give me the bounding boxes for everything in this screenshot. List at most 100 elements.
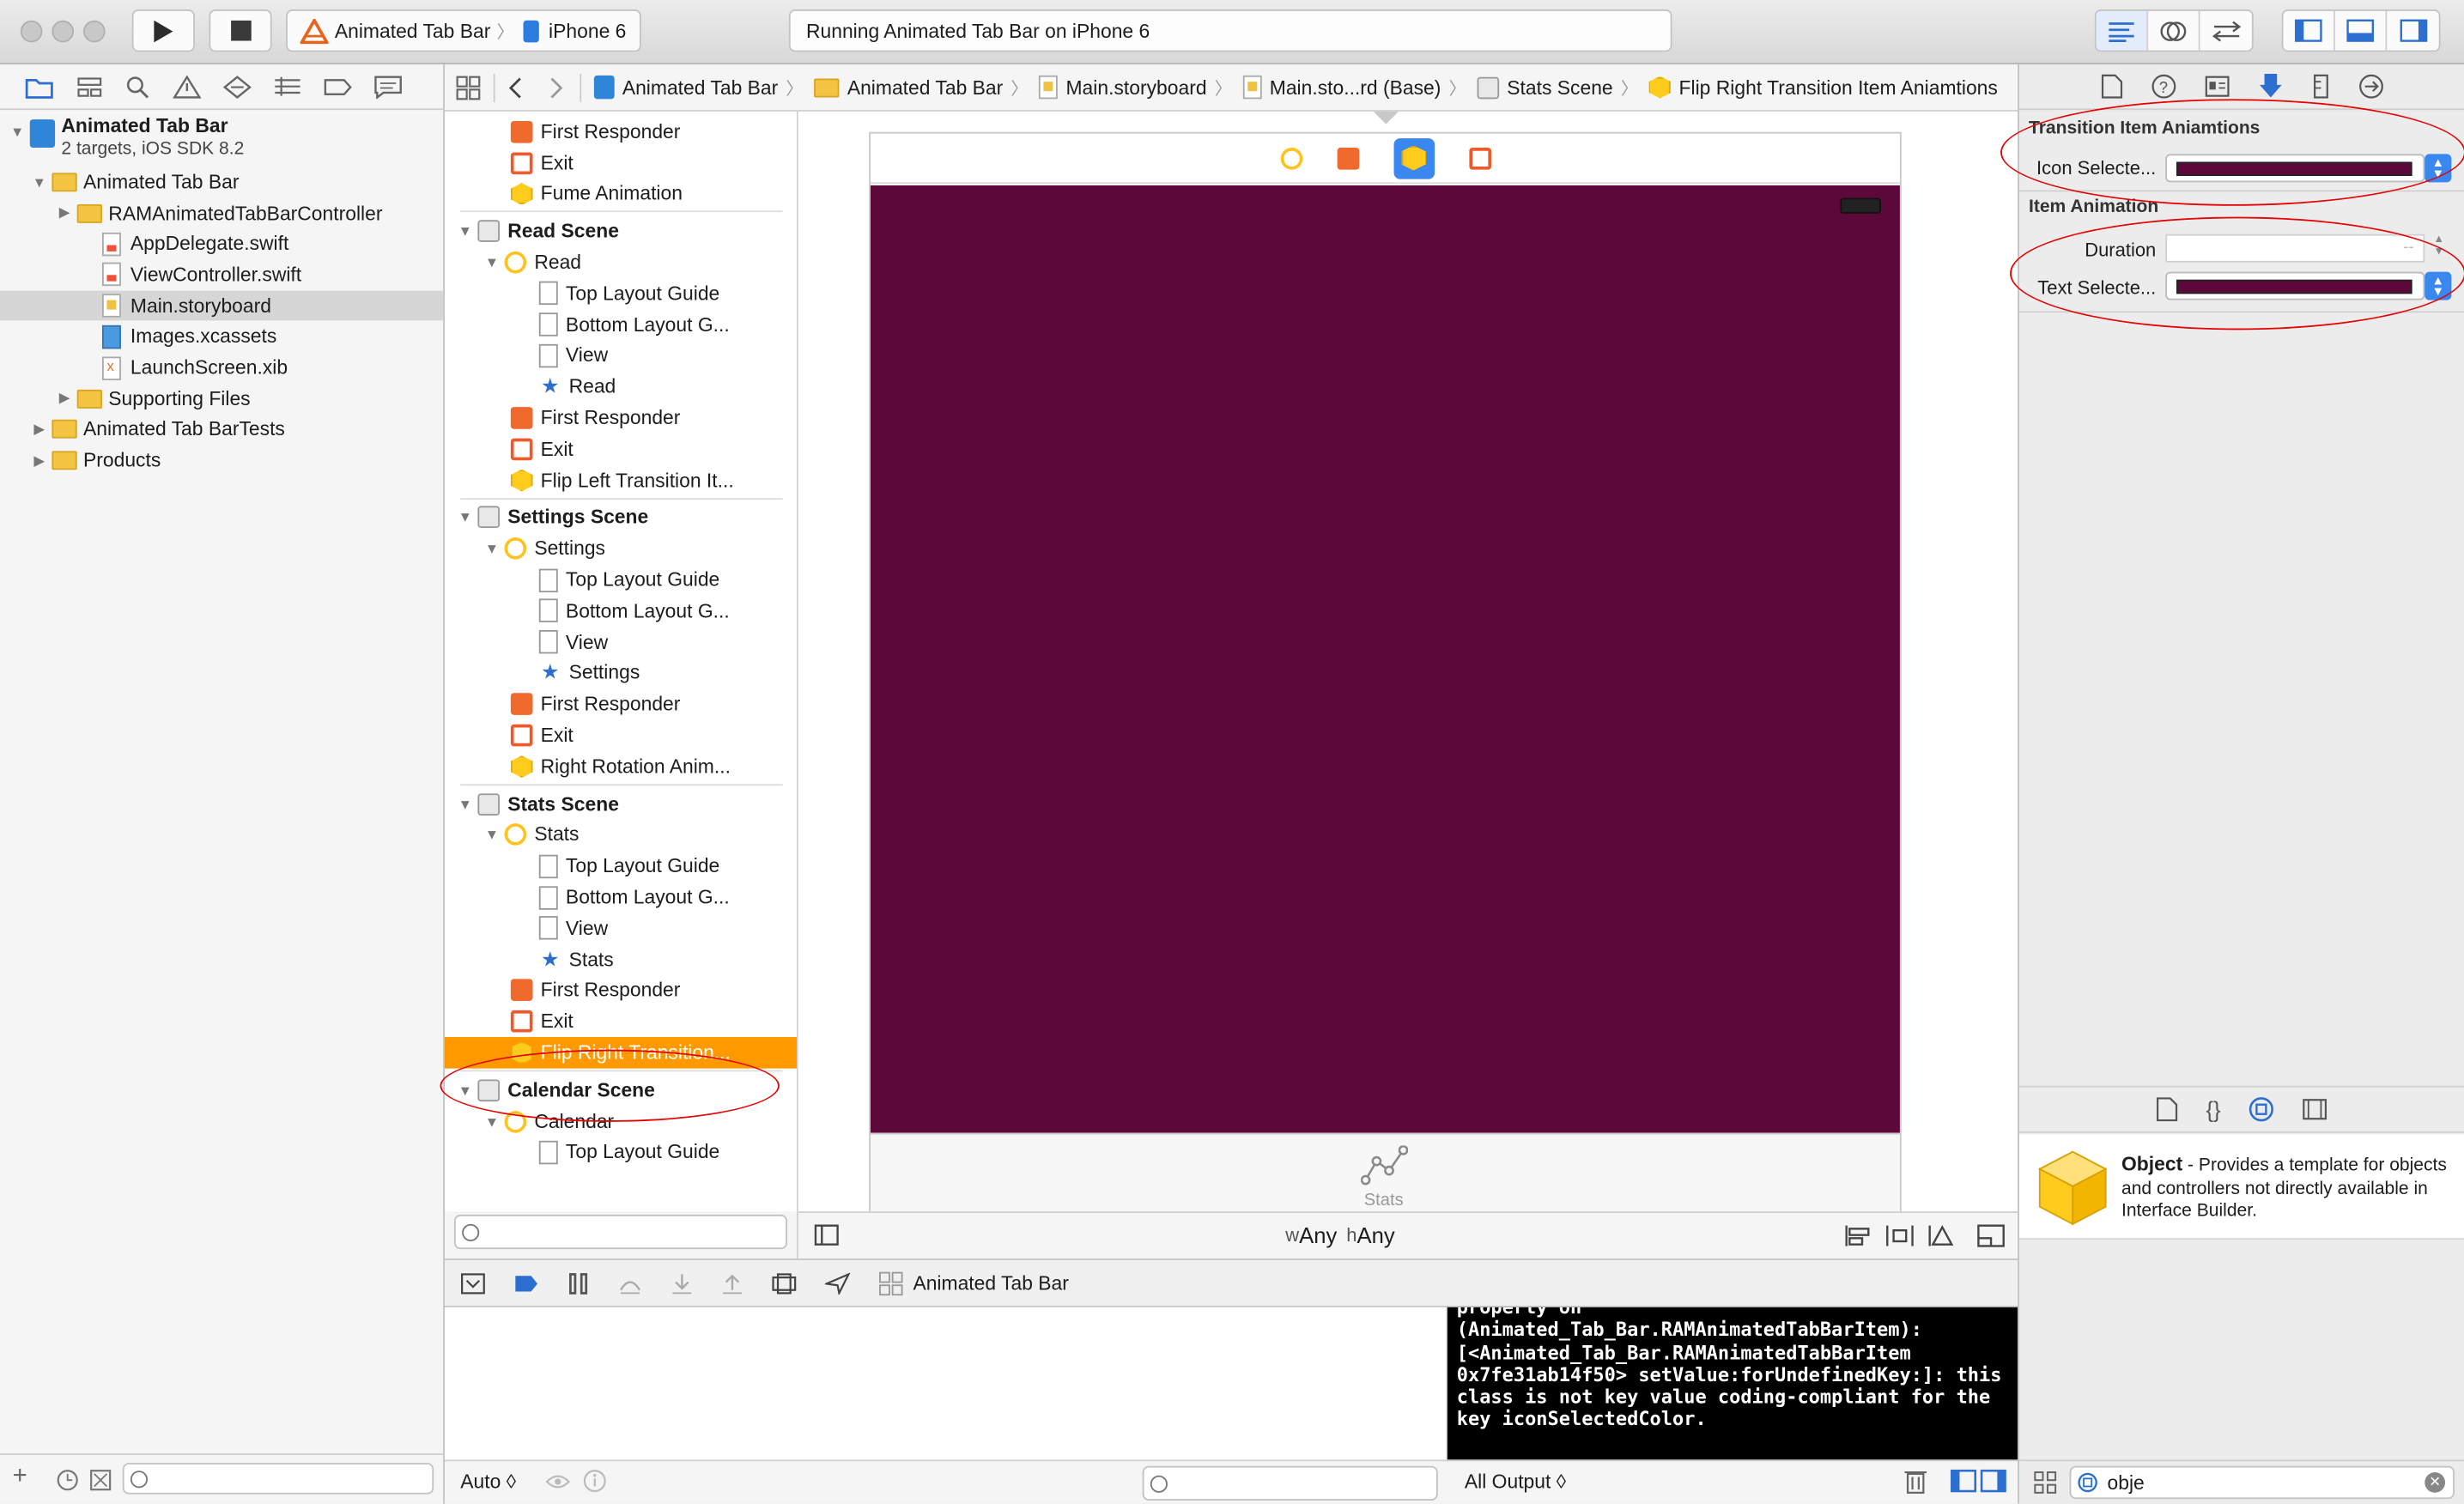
hide-debug-area-icon[interactable] [460,1272,485,1295]
outline-item[interactable]: ▼ Settings [445,533,797,564]
file-tree-item[interactable]: ▶ RAMAnimatedTabBarController [0,197,443,228]
size-inspector-icon[interactable] [2311,74,2330,99]
outline-scene-item[interactable]: ▼ Settings Scene [445,502,797,533]
disclosure-open-icon[interactable]: ▼ [9,124,25,140]
step-into-icon[interactable] [671,1272,694,1295]
trash-icon[interactable] [1904,1468,1927,1495]
breadcrumb-object[interactable]: Flip Right Transition Item Aniamtions [1648,76,1998,99]
outline-item[interactable]: Bottom Layout G... [445,596,797,627]
disclosure-closed-icon[interactable]: ▶ [32,452,47,468]
file-tree-item[interactable]: ViewController.swift [0,259,443,290]
project-root-item[interactable]: ▼ Animated Tab Bar 2 targets, iOS SDK 8.… [0,115,443,166]
outline-scene-item[interactable]: ▼ Read Scene [445,215,797,246]
navigator-search-field[interactable] [122,1463,434,1495]
outline-item[interactable]: Exit [445,434,797,464]
folder-icon[interactable] [25,75,53,98]
console-output[interactable]: property on(Animated_Tab_Bar.RAMAnimated… [1447,1307,2018,1460]
disclosure-open-icon[interactable]: ▼ [484,828,500,843]
breadcrumb-storyboard[interactable]: Main.storyboard [1039,75,1207,100]
scm-filter-icon[interactable] [89,1469,112,1491]
toggle-debug-area-button[interactable] [2335,10,2388,51]
disclosure-open-icon[interactable]: ▼ [458,510,473,525]
scene-frame[interactable]: Stats [869,131,1902,1215]
outline-item[interactable]: First Responder [445,116,797,147]
test-navigator-icon[interactable] [222,75,252,99]
debug-navigator-icon[interactable] [273,75,301,98]
version-editor-button[interactable] [2200,11,2252,51]
location-icon[interactable] [824,1271,851,1295]
file-inspector-icon[interactable] [2100,74,2122,99]
file-tree-item[interactable]: Main.storyboard [0,290,444,322]
disclosure-closed-icon[interactable]: ▶ [57,204,72,221]
toggle-utilities-button[interactable] [2387,11,2438,51]
info-icon[interactable] [583,1469,606,1493]
step-over-icon[interactable] [617,1272,642,1295]
align-icon[interactable] [1843,1224,1872,1247]
identity-inspector-icon[interactable] [2204,74,2229,99]
outline-item[interactable]: ★ Read [445,372,797,403]
selected-object-button[interactable] [1393,137,1435,179]
code-snippet-icon[interactable]: {} [2206,1097,2220,1122]
file-tree-item[interactable]: ▼ Animated Tab Bar [0,167,443,197]
outline-item[interactable]: Right Rotation Anim... [445,751,797,782]
search-icon[interactable] [125,75,150,98]
related-items-icon[interactable] [456,75,481,100]
zoom-window-button[interactable] [83,20,106,43]
back-arrow-icon[interactable] [507,76,523,99]
console-output-menu[interactable]: All Output ◊ [1465,1471,1566,1493]
outline-item[interactable]: ★ Settings [445,658,797,688]
pause-icon[interactable] [567,1272,590,1295]
file-tree-item[interactable]: ▶ Animated Tab BarTests [0,414,443,445]
eye-icon[interactable] [545,1471,571,1493]
file-tree-item[interactable]: Images.xcassets [0,321,443,352]
recent-files-icon[interactable] [57,1469,79,1491]
outline-item[interactable]: Top Layout Guide [445,851,797,882]
outline-item[interactable]: Exit [445,720,797,751]
scheme-selector[interactable]: Animated Tab Bar 〉 iPhone 6 [286,9,641,52]
debug-target[interactable]: Animated Tab Bar [878,1271,1069,1295]
outline-item[interactable]: Exit [445,148,797,179]
outline-item[interactable]: Flip Left Transition It... [445,464,797,495]
breadcrumb-project[interactable]: Animated Tab Bar [593,75,778,100]
outline-item[interactable]: Bottom Layout G... [445,309,797,340]
pin-icon[interactable] [1885,1224,1914,1247]
file-tree-item[interactable]: ▶ Supporting Files [0,383,443,414]
resolve-issues-icon[interactable] [1928,1224,1957,1247]
quick-help-icon[interactable]: ? [2151,74,2176,99]
outline-item[interactable]: Bottom Layout G... [445,882,797,913]
disclosure-open-icon[interactable]: ▼ [32,174,47,190]
disclosure-closed-icon[interactable]: ▶ [57,390,72,406]
minimize-window-button[interactable] [52,20,75,43]
outline-item[interactable]: First Responder [445,688,797,719]
report-navigator-icon[interactable] [374,75,403,99]
outline-item[interactable]: Top Layout Guide [445,278,797,309]
resizing-icon[interactable] [1977,1224,2006,1247]
variables-filter-field[interactable] [1142,1465,1438,1501]
view-controller-icon[interactable] [1279,147,1302,169]
breadcrumb-group[interactable]: Animated Tab Bar [814,76,1003,98]
grid-view-icon[interactable] [2033,1471,2057,1494]
symbol-navigator-icon[interactable] [76,75,104,98]
add-icon[interactable]: + [13,1463,27,1491]
library-item-object[interactable]: Object - Provides a template for objects… [2019,1134,2464,1240]
disclosure-open-icon[interactable]: ▼ [484,541,500,556]
disclosure-closed-icon[interactable]: ▶ [32,421,47,437]
close-window-button[interactable] [20,20,43,43]
outline-item[interactable]: ▼ Read [445,247,797,278]
assistant-editor-button[interactable] [2148,10,2200,51]
outline-item[interactable]: Top Layout Guide [445,564,797,595]
variables-pane-icon[interactable] [1950,1469,1977,1493]
breadcrumb-scene[interactable]: Stats Scene [1477,76,1613,99]
show-outline-icon[interactable] [814,1224,839,1246]
media-library-icon[interactable] [2303,1097,2327,1122]
file-template-icon[interactable] [2156,1097,2178,1122]
auto-variables-menu[interactable]: Auto ◊ [460,1471,516,1493]
outline-item[interactable]: First Responder [445,975,797,1006]
library-search-field[interactable]: obje ✕ [2069,1465,2455,1500]
first-responder-icon[interactable] [1336,147,1359,169]
outline-item[interactable]: Top Layout Guide [445,1137,797,1167]
attributes-inspector-icon[interactable] [2257,72,2282,100]
disclosure-open-icon[interactable]: ▼ [484,255,500,270]
object-library-icon[interactable] [2249,1097,2274,1122]
file-tree-item[interactable]: AppDelegate.swift [0,228,443,259]
